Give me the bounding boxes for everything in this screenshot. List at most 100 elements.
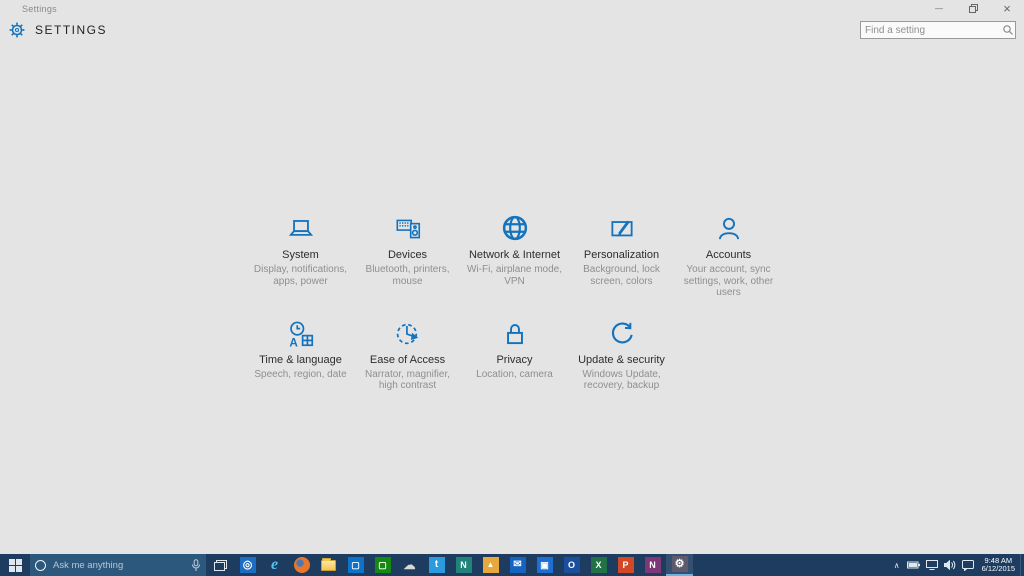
tile-title: Devices <box>354 249 461 261</box>
app-amber-icon: ▲ <box>483 557 499 573</box>
close-button[interactable]: × <box>990 0 1024 16</box>
taskbar-app-settings[interactable]: ⚙ <box>666 554 693 576</box>
app-header: SETTINGS <box>8 21 107 39</box>
onenote-app-icon: N <box>456 557 472 573</box>
taskbar-app-store-beta[interactable]: ▢ <box>369 554 396 576</box>
lock-icon <box>500 319 530 349</box>
outlook-icon: O <box>564 557 580 573</box>
tile-subtitle: Location, camera <box>461 369 568 381</box>
taskbar-app-store[interactable]: ▢ <box>342 554 369 576</box>
taskbar-empty-area <box>693 554 890 576</box>
windows-logo-icon <box>9 559 22 572</box>
minimize-icon: — <box>935 4 943 13</box>
cortana-search-bar[interactable]: Ask me anything <box>30 554 206 576</box>
taskbar: Ask me anything ◎e▢▢☁tN▲✉▣OXPN⚙ ∧ <box>0 554 1024 576</box>
minimize-button[interactable]: — <box>922 0 956 16</box>
store-icon: ▢ <box>348 557 364 573</box>
system-tray: ∧ 9:48 AM 6/12/2015 <box>890 554 1024 576</box>
ease-of-access-icon <box>393 319 423 349</box>
firefox-icon <box>294 557 310 573</box>
hidden-icons-chevron[interactable]: ∧ <box>890 554 904 576</box>
taskbar-app-onenote-desktop[interactable]: N <box>639 554 666 576</box>
taskbar-app-twitter[interactable]: t <box>423 554 450 576</box>
tile-time-language[interactable]: A Time & language Speech, region, date <box>247 316 354 392</box>
taskbar-app-internet-explorer[interactable]: e <box>261 554 288 576</box>
tile-devices[interactable]: Devices Bluetooth, printers, mouse <box>354 211 461 299</box>
excel-icon: X <box>591 557 607 573</box>
task-view-button[interactable] <box>206 554 234 576</box>
file-explorer-icon <box>321 560 336 571</box>
personalization-icon <box>607 214 637 244</box>
tile-subtitle: Display, notifications, apps, power <box>247 264 354 287</box>
settings-category-grid: System Display, notifications, apps, pow… <box>247 211 782 409</box>
cortana-icon <box>35 560 46 571</box>
taskbar-app-firefox[interactable] <box>288 554 315 576</box>
taskbar-app-photos[interactable]: ▣ <box>531 554 558 576</box>
tile-title: Accounts <box>675 249 782 261</box>
taskbar-app-outlook[interactable]: O <box>558 554 585 576</box>
store-beta-icon: ▢ <box>375 557 391 573</box>
taskbar-app-app-amber[interactable]: ▲ <box>477 554 504 576</box>
tile-title: Time & language <box>247 354 354 366</box>
tile-network-internet[interactable]: Network & Internet Wi-Fi, airplane mode,… <box>461 211 568 299</box>
taskbar-apps: ◎e▢▢☁tN▲✉▣OXPN⚙ <box>234 554 693 576</box>
tile-subtitle: Windows Update, recovery, backup <box>568 369 675 392</box>
taskbar-app-powerpoint[interactable]: P <box>612 554 639 576</box>
taskbar-app-mail[interactable]: ✉ <box>504 554 531 576</box>
person-icon <box>714 214 744 244</box>
onenote-desktop-icon: N <box>645 557 661 573</box>
tile-personalization[interactable]: Personalization Background, lock screen,… <box>568 211 675 299</box>
find-setting-box <box>860 21 1016 39</box>
clock-language-icon: A <box>286 319 316 349</box>
taskbar-app-excel[interactable]: X <box>585 554 612 576</box>
tile-title: Personalization <box>568 249 675 261</box>
action-center-icon[interactable] <box>959 554 977 576</box>
settings-gear-icon <box>8 21 26 39</box>
laptop-icon <box>286 214 316 244</box>
internet-explorer-icon: e <box>267 557 283 573</box>
volume-icon[interactable] <box>941 554 959 576</box>
start-button[interactable] <box>0 554 30 576</box>
microphone-icon[interactable] <box>191 559 201 572</box>
taskbar-app-insider-hub[interactable]: ◎ <box>234 554 261 576</box>
insider-hub-icon: ◎ <box>240 557 256 573</box>
taskbar-app-onenote-app[interactable]: N <box>450 554 477 576</box>
tile-subtitle: Wi-Fi, airplane mode, VPN <box>461 264 568 287</box>
find-setting-input[interactable] <box>861 25 1001 36</box>
close-icon: × <box>1003 1 1011 16</box>
tile-subtitle: Background, lock screen, colors <box>568 264 675 287</box>
tile-title: Update & security <box>568 354 675 366</box>
tile-title: Ease of Access <box>354 354 461 366</box>
clock-date: 6/12/2015 <box>982 565 1015 574</box>
window-title: Settings <box>22 4 57 14</box>
restore-icon <box>969 4 978 13</box>
search-icon[interactable] <box>1001 23 1015 37</box>
tile-system[interactable]: System Display, notifications, apps, pow… <box>247 211 354 299</box>
show-desktop-button[interactable] <box>1020 554 1024 576</box>
tile-subtitle: Bluetooth, printers, mouse <box>354 264 461 287</box>
cortana-placeholder: Ask me anything <box>53 560 191 571</box>
devices-icon <box>393 214 423 244</box>
battery-icon[interactable] <box>904 554 923 576</box>
tile-title: Privacy <box>461 354 568 366</box>
window-controls: — × <box>922 0 1024 16</box>
maximize-button[interactable] <box>956 0 990 16</box>
task-view-icon <box>214 560 227 571</box>
tile-subtitle: Narrator, magnifier, high contrast <box>354 369 461 392</box>
mail-icon: ✉ <box>510 557 526 573</box>
tile-subtitle: Speech, region, date <box>247 369 354 381</box>
tile-title: Network & Internet <box>461 249 568 261</box>
tile-update-security[interactable]: Update & security Windows Update, recove… <box>568 316 675 392</box>
powerpoint-icon: P <box>618 557 634 573</box>
refresh-icon <box>607 319 637 349</box>
tile-ease-of-access[interactable]: Ease of Access Narrator, magnifier, high… <box>354 316 461 392</box>
network-icon[interactable] <box>923 554 941 576</box>
photos-icon: ▣ <box>537 557 553 573</box>
page-title: SETTINGS <box>35 23 107 37</box>
taskbar-app-phone-companion[interactable]: ☁ <box>396 554 423 576</box>
tile-title: System <box>247 249 354 261</box>
tile-privacy[interactable]: Privacy Location, camera <box>461 316 568 392</box>
tile-accounts[interactable]: Accounts Your account, sync settings, wo… <box>675 211 782 299</box>
taskbar-clock[interactable]: 9:48 AM 6/12/2015 <box>977 557 1020 574</box>
taskbar-app-file-explorer[interactable] <box>315 554 342 576</box>
